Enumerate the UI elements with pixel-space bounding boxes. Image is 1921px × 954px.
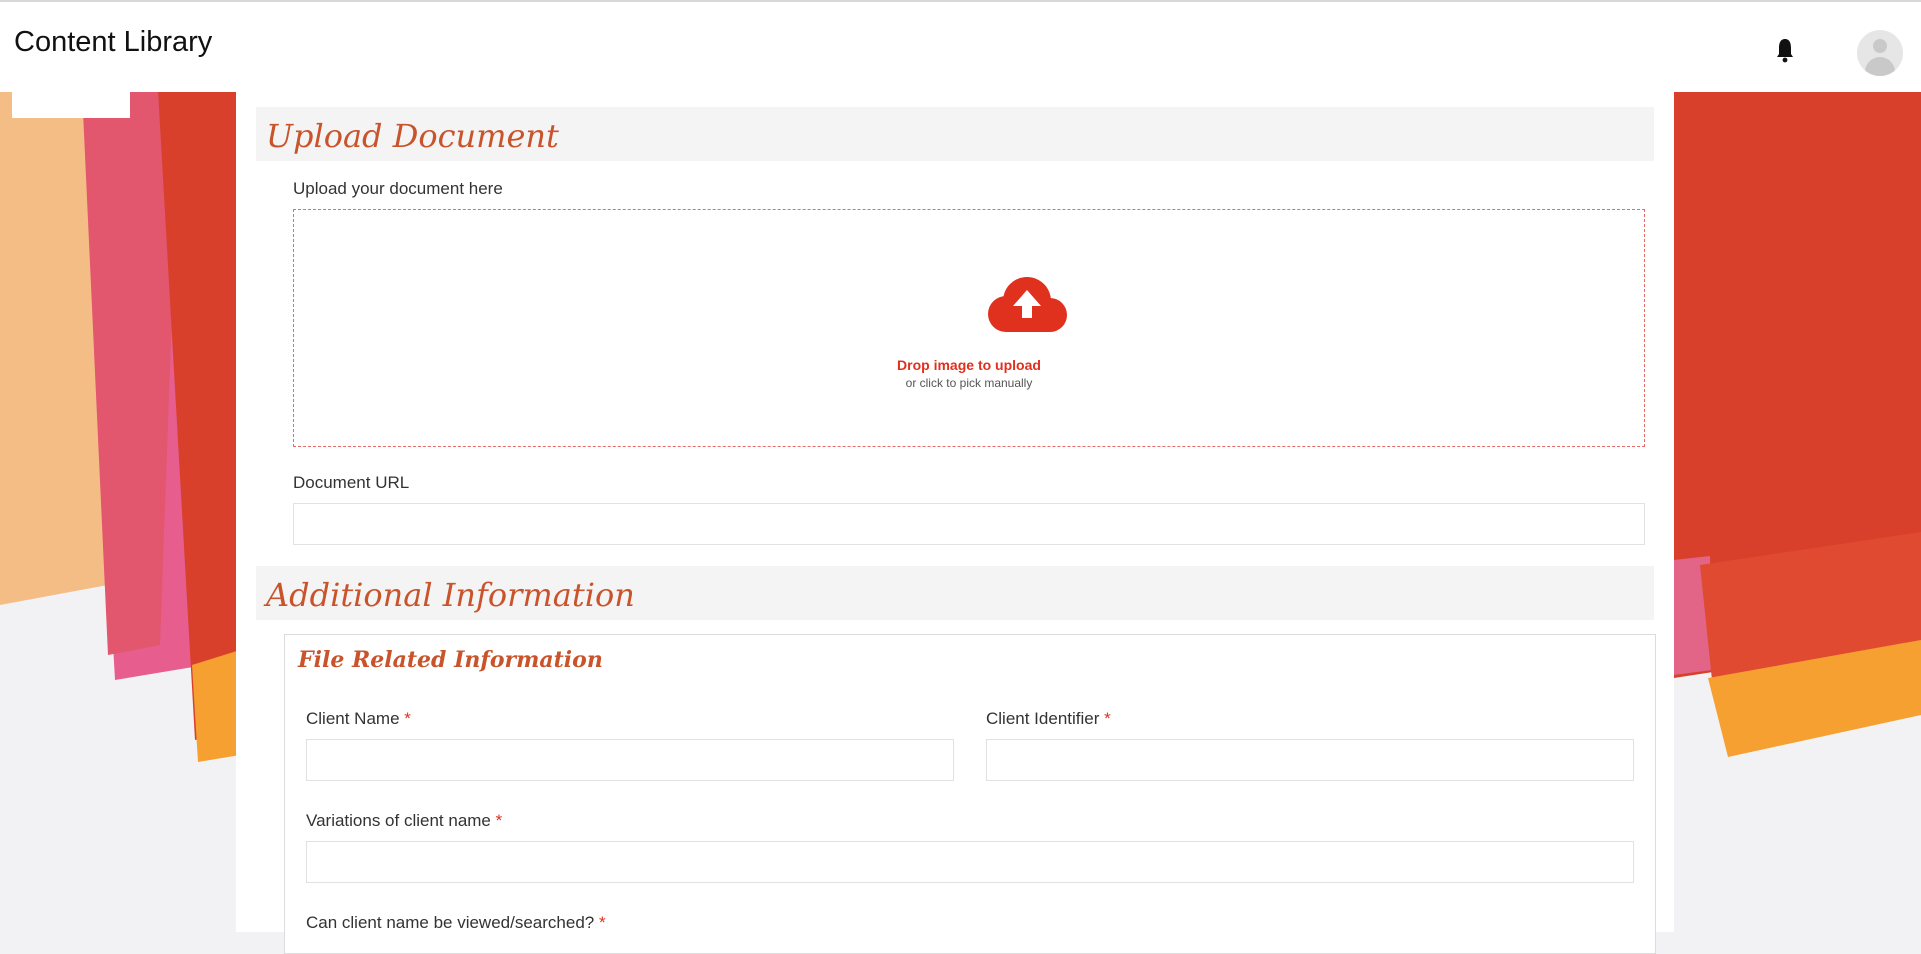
additional-section-title: Additional Information xyxy=(266,576,635,614)
variations-label: Variations of client name * xyxy=(306,811,502,831)
upload-dropzone[interactable]: Drop image to upload or click to pick ma… xyxy=(293,209,1645,447)
viewable-label: Can client name be viewed/searched? * xyxy=(306,913,606,933)
client-identifier-input[interactable] xyxy=(986,739,1634,781)
user-avatar-icon[interactable] xyxy=(1857,30,1903,76)
client-name-label-text: Client Name xyxy=(306,709,400,728)
file-related-info-panel: File Related Information Client Name * C… xyxy=(284,634,1656,954)
tab-stub xyxy=(12,92,130,118)
bg-orange-band xyxy=(192,650,240,762)
upload-section-title: Upload Document xyxy=(266,117,559,155)
dropzone-title: Drop image to upload xyxy=(897,357,1041,373)
bell-icon[interactable] xyxy=(1774,36,1796,64)
document-url-label: Document URL xyxy=(293,473,410,492)
app-title: Content Library xyxy=(14,26,213,58)
required-marker: * xyxy=(598,913,606,932)
client-identifier-label: Client Identifier * xyxy=(986,709,1111,729)
dropzone-subtitle: or click to pick manually xyxy=(905,376,1033,390)
variations-label-text: Variations of client name xyxy=(306,811,491,830)
document-url-input[interactable] xyxy=(293,503,1645,545)
cloud-upload-icon xyxy=(988,277,1067,332)
top-bar: Content Library xyxy=(0,0,1921,92)
variations-input[interactable] xyxy=(306,841,1634,883)
viewable-label-text: Can client name be viewed/searched? xyxy=(306,913,595,932)
additional-section-header: Additional Information xyxy=(256,566,1654,620)
avatar-head xyxy=(1873,39,1887,53)
client-name-input[interactable] xyxy=(306,739,954,781)
client-name-label: Client Name * xyxy=(306,709,411,729)
upload-label: Upload your document here xyxy=(293,179,503,198)
required-marker: * xyxy=(404,709,411,728)
client-identifier-label-text: Client Identifier xyxy=(986,709,1100,728)
required-marker: * xyxy=(1104,709,1111,728)
upload-section-header: Upload Document xyxy=(256,107,1654,161)
avatar-shoulders xyxy=(1865,57,1895,76)
required-marker: * xyxy=(495,811,503,830)
file-info-title: File Related Information xyxy=(298,647,603,673)
upload-form-panel: Upload Document Upload your document her… xyxy=(236,92,1674,954)
